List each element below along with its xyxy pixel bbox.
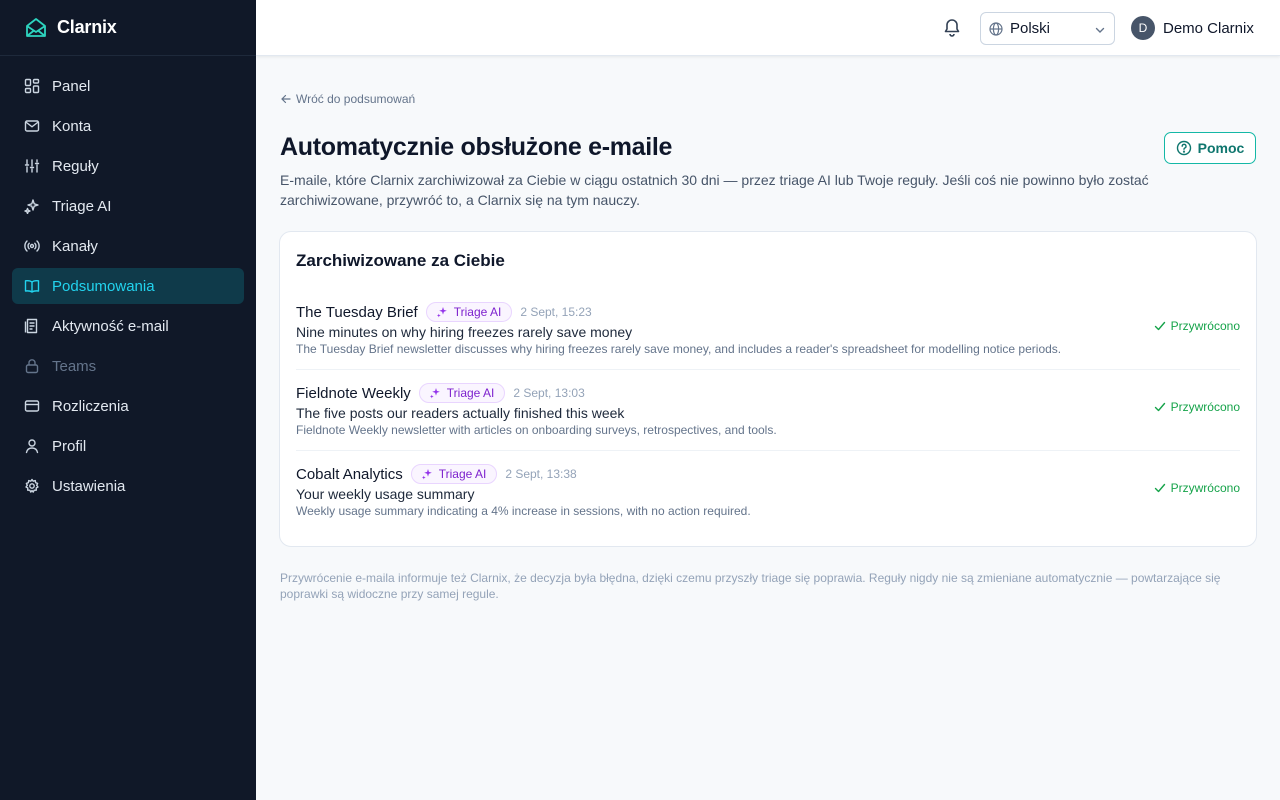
list-item[interactable]: The Tuesday Brief Triage AI 2 Sept, 15:2… bbox=[296, 289, 1240, 370]
top-bar: Polski D Demo Clarnix bbox=[256, 0, 1280, 56]
sparkles-icon bbox=[429, 387, 441, 399]
check-icon bbox=[1154, 482, 1166, 494]
badge-label: Triage AI bbox=[438, 467, 487, 481]
email-summary: The Tuesday Brief newsletter discusses w… bbox=[296, 342, 1062, 356]
sidebar-item-reguly[interactable]: Reguły bbox=[12, 148, 244, 184]
restored-label: Przywrócono bbox=[1170, 319, 1240, 333]
restored-status: Przywrócono bbox=[1154, 319, 1240, 333]
sidebar-item-label: Teams bbox=[52, 357, 97, 375]
sidebar-item-panel[interactable]: Panel bbox=[12, 68, 244, 104]
sidebar-nav: Panel Konta Reguły Triage AI Kanały Pods… bbox=[0, 56, 256, 520]
email-sender: Fieldnote Weekly bbox=[296, 384, 411, 402]
sidebar-item-label: Podsumowania bbox=[52, 277, 155, 295]
user-menu[interactable]: D Demo Clarnix bbox=[1131, 16, 1254, 40]
sidebar-item-label: Kanały bbox=[52, 237, 98, 255]
email-summary: Weekly usage summary indicating a 4% inc… bbox=[296, 504, 751, 518]
email-sender: The Tuesday Brief bbox=[296, 303, 418, 321]
sidebar: Clarnix Panel Konta Reguły Triage AI Kan… bbox=[0, 0, 256, 800]
mail-icon bbox=[24, 118, 40, 134]
back-link-label: Wróć do podsumowań bbox=[296, 92, 416, 106]
sidebar-item-konta[interactable]: Konta bbox=[12, 108, 244, 144]
sliders-icon bbox=[24, 158, 40, 174]
brand[interactable]: Clarnix bbox=[0, 0, 256, 56]
sidebar-item-label: Ustawienia bbox=[52, 477, 126, 495]
check-icon bbox=[1154, 401, 1166, 413]
triage-ai-badge: Triage AI bbox=[425, 302, 513, 322]
credit-card-icon bbox=[24, 398, 40, 414]
activity-icon bbox=[24, 318, 40, 334]
archived-card: Zarchiwizowane za Ciebie The Tuesday Bri… bbox=[279, 231, 1257, 547]
page-description: E-maile, które Clarnix zarchiwizował za … bbox=[280, 172, 1149, 208]
sidebar-item-triage-ai[interactable]: Triage AI bbox=[12, 188, 244, 224]
language-value: Polski bbox=[1010, 20, 1051, 37]
restored-status: Przywrócono bbox=[1154, 481, 1240, 495]
sidebar-item-label: Rozliczenia bbox=[52, 397, 129, 415]
sidebar-item-rozliczenia[interactable]: Rozliczenia bbox=[12, 388, 244, 424]
email-list: The Tuesday Brief Triage AI 2 Sept, 15:2… bbox=[296, 289, 1240, 532]
book-icon bbox=[24, 278, 40, 294]
email-time: 2 Sept, 15:23 bbox=[520, 305, 592, 319]
sidebar-item-ustawienia[interactable]: Ustawienia bbox=[12, 468, 244, 504]
bell-icon[interactable] bbox=[942, 17, 962, 37]
lock-icon bbox=[24, 358, 40, 374]
badge-label: Triage AI bbox=[446, 386, 495, 400]
avatar: D bbox=[1131, 16, 1155, 40]
sidebar-item-podsumowania[interactable]: Podsumowania bbox=[12, 268, 244, 304]
sidebar-item-label: Konta bbox=[52, 117, 92, 135]
restored-label: Przywrócono bbox=[1170, 481, 1240, 495]
email-time: 2 Sept, 13:38 bbox=[505, 467, 577, 481]
help-circle-icon bbox=[1176, 140, 1192, 156]
gear-icon bbox=[24, 478, 40, 494]
sidebar-item-teams: Teams bbox=[12, 348, 244, 384]
arrow-left-icon bbox=[280, 93, 292, 105]
footnote: Przywrócenie e-maila informuje też Clarn… bbox=[280, 571, 1221, 601]
restored-status: Przywrócono bbox=[1154, 400, 1240, 414]
language-select[interactable]: Polski bbox=[980, 12, 1115, 45]
user-icon bbox=[24, 438, 40, 454]
sidebar-item-label: Triage AI bbox=[52, 197, 112, 215]
sidebar-item-label: Reguły bbox=[52, 157, 99, 175]
email-time: 2 Sept, 13:03 bbox=[513, 386, 585, 400]
badge-label: Triage AI bbox=[453, 305, 502, 319]
sidebar-item-label: Panel bbox=[52, 77, 91, 95]
radio-icon bbox=[24, 238, 40, 254]
email-subject: Your weekly usage summary bbox=[296, 486, 475, 502]
check-icon bbox=[1154, 320, 1166, 332]
email-subject: Nine minutes on why hiring freezes rarel… bbox=[296, 324, 633, 340]
sidebar-item-aktywnosc-email[interactable]: Aktywność e-mail bbox=[12, 308, 244, 344]
sparkles-icon bbox=[436, 306, 448, 318]
page-title: Automatycznie obsłużone e-maile bbox=[280, 133, 673, 161]
triage-ai-badge: Triage AI bbox=[418, 383, 506, 403]
triage-ai-badge: Triage AI bbox=[410, 464, 498, 484]
chevron-down-icon bbox=[1094, 24, 1106, 36]
sidebar-item-kanaly[interactable]: Kanały bbox=[12, 228, 244, 264]
email-subject: The five posts our readers actually fini… bbox=[296, 405, 625, 421]
sidebar-item-label: Profil bbox=[52, 437, 87, 455]
help-button-label: Pomoc bbox=[1197, 140, 1245, 156]
restored-label: Przywrócono bbox=[1170, 400, 1240, 414]
sidebar-item-profil[interactable]: Profil bbox=[12, 428, 244, 464]
sparkles-icon bbox=[421, 468, 433, 480]
help-button[interactable]: Pomoc bbox=[1164, 132, 1256, 164]
globe-icon bbox=[989, 21, 1003, 36]
sidebar-item-label: Aktywność e-mail bbox=[52, 317, 169, 335]
card-title: Zarchiwizowane za Ciebie bbox=[296, 251, 505, 270]
brand-name: Clarnix bbox=[57, 17, 117, 37]
list-item[interactable]: Fieldnote Weekly Triage AI 2 Sept, 13:03… bbox=[296, 370, 1240, 451]
email-summary: Fieldnote Weekly newsletter with article… bbox=[296, 423, 777, 437]
list-item[interactable]: Cobalt Analytics Triage AI 2 Sept, 13:38… bbox=[296, 451, 1240, 532]
sparkles-icon bbox=[24, 198, 40, 214]
user-name: Demo Clarnix bbox=[1163, 19, 1254, 37]
email-sender: Cobalt Analytics bbox=[296, 465, 403, 483]
back-link[interactable]: Wróć do podsumowań bbox=[280, 92, 415, 106]
dashboard-icon bbox=[24, 78, 40, 94]
clarnix-logo-icon bbox=[24, 16, 48, 40]
